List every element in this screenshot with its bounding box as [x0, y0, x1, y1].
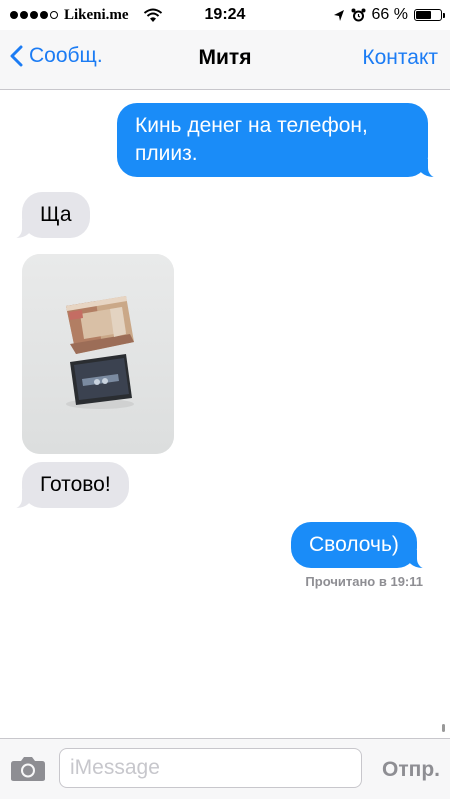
battery-level: [416, 11, 432, 19]
battery-icon: [414, 9, 445, 21]
navigation-bar: Сообщ. Митя Контакт: [0, 30, 450, 90]
alarm-icon: [351, 8, 366, 21]
signal-dot: [30, 11, 38, 19]
message-text: Ща: [40, 203, 72, 226]
battery-percent: 66 %: [371, 6, 408, 23]
message-text: Сволочь): [309, 533, 399, 556]
camera-button[interactable]: [10, 756, 46, 787]
chevron-left-icon: [10, 45, 23, 67]
input-bar: Отпр.: [0, 738, 450, 799]
carrier-name: Likeni.me: [64, 6, 129, 23]
message-text: Кинь денег на телефон, плииз.: [135, 114, 368, 165]
message-photo[interactable]: [22, 254, 174, 454]
back-button-label: Сообщ.: [29, 44, 103, 67]
message-thread[interactable]: Кинь денег на телефон, плииз. Ща Готово!…: [0, 90, 450, 738]
message-bubble-outgoing[interactable]: Сволочь): [291, 522, 431, 569]
status-right: 66 %: [333, 6, 445, 24]
message-bubble-outgoing[interactable]: Кинь денег на телефон, плииз.: [117, 103, 442, 178]
read-receipt: Прочитано в 19:11: [305, 574, 423, 589]
contact-button[interactable]: Контакт: [362, 46, 438, 70]
scroll-indicator[interactable]: [442, 724, 445, 732]
message-text: Готово!: [40, 473, 111, 496]
signal-dot: [40, 11, 48, 19]
signal-dot: [10, 11, 18, 19]
signal-dot: [20, 11, 28, 19]
message-bubble-incoming[interactable]: Ща: [8, 192, 90, 239]
signal-strength-icon: [10, 11, 58, 19]
signal-dot-empty: [50, 11, 58, 19]
message-input[interactable]: [59, 748, 362, 788]
message-bubble-incoming[interactable]: Готово!: [8, 462, 129, 509]
wifi-icon: [143, 8, 162, 22]
location-arrow-icon: [333, 9, 344, 21]
photo-banknote-on-phone: [22, 254, 174, 454]
back-button[interactable]: Сообщ.: [10, 44, 103, 68]
status-left: Likeni.me: [10, 7, 163, 24]
send-button[interactable]: Отпр.: [382, 758, 440, 782]
status-bar: Likeni.me 19:24 66 %: [0, 0, 450, 30]
camera-icon: [11, 757, 45, 781]
